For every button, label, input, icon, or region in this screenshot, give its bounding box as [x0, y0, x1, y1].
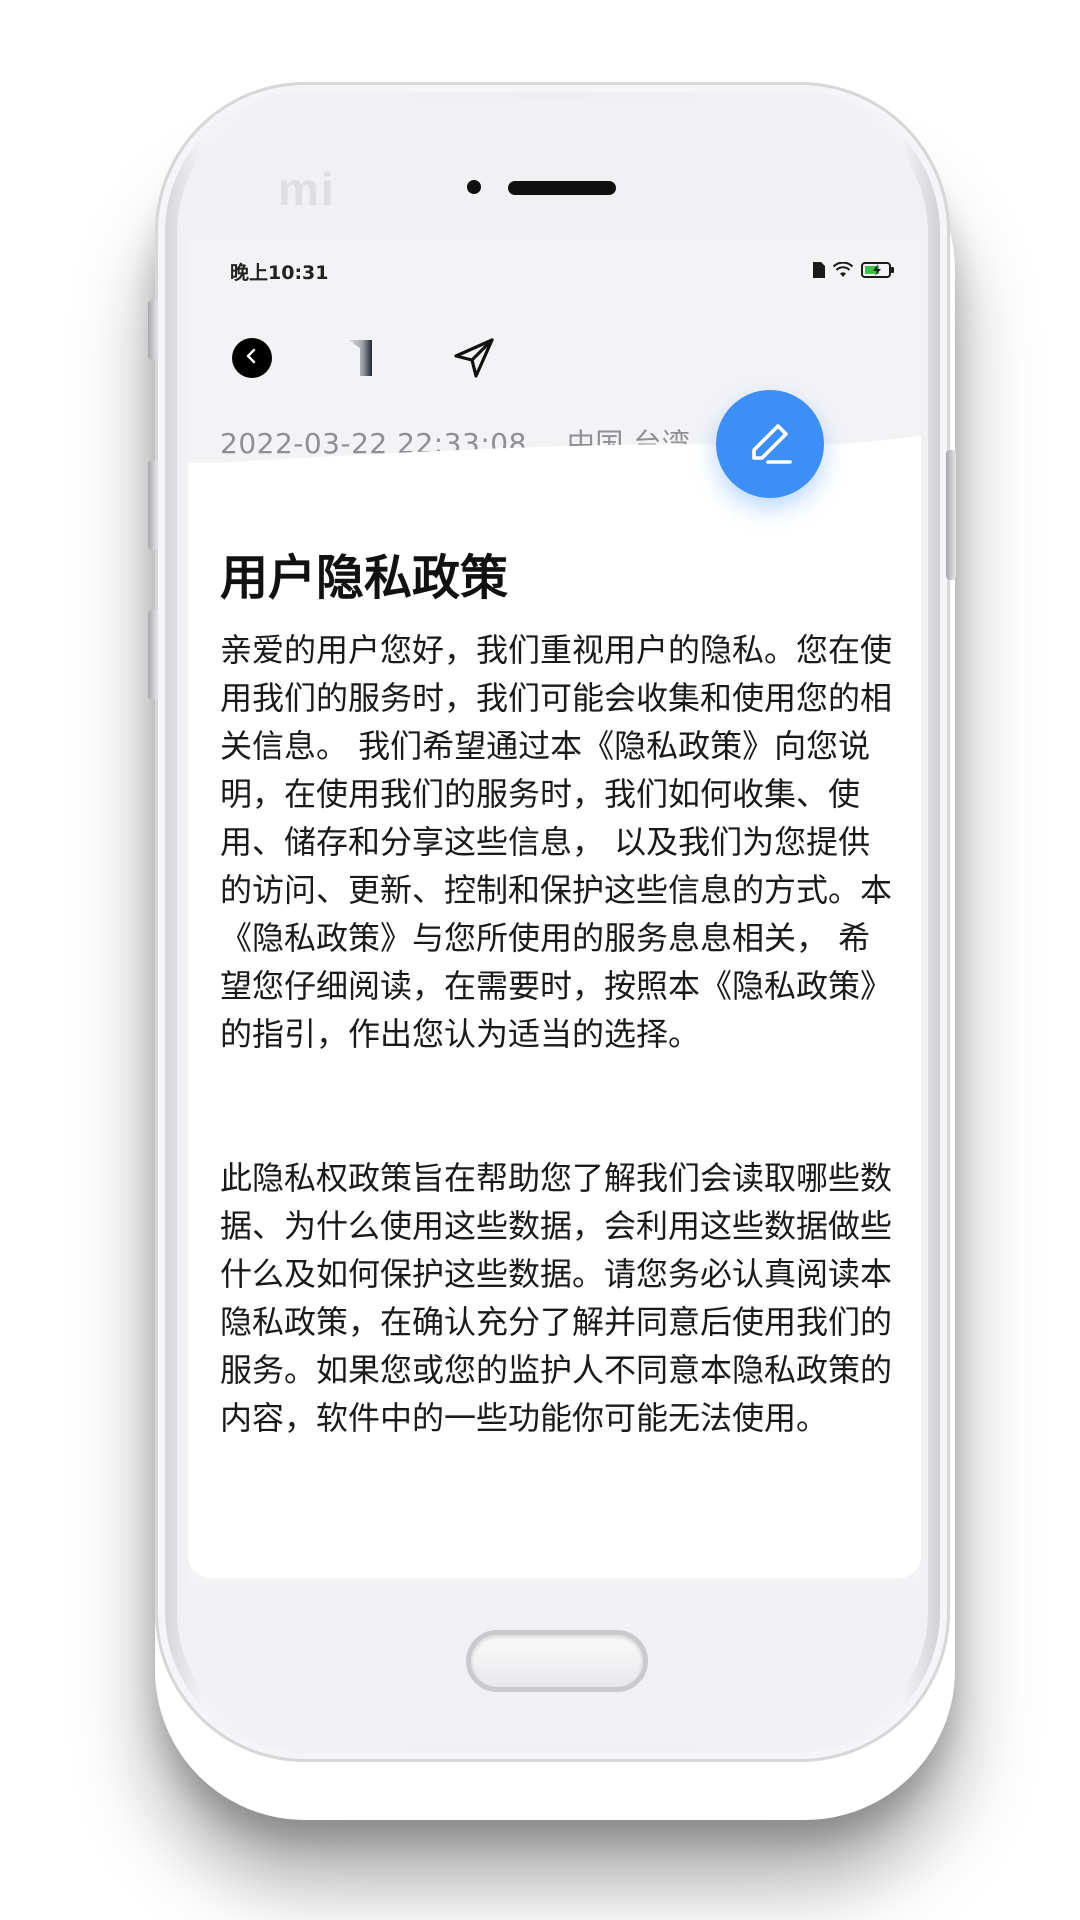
bookmark-icon [338, 340, 382, 384]
status-bar: 晚上10:31 [188, 254, 921, 290]
document-title: 用户隐私政策 [220, 550, 509, 606]
status-time: 晚上10:31 [230, 262, 329, 284]
status-icons [813, 261, 895, 283]
battery-charging-icon [861, 262, 895, 283]
volume-up-button [148, 300, 158, 360]
back-button[interactable] [232, 338, 272, 378]
power-button [946, 450, 956, 580]
brand-logo: mi [278, 163, 336, 215]
document-body: 亲爱的用户您好，我们重视用户的隐私。您在使用我们的服务时，我们可能会收集和使用您… [220, 626, 896, 1442]
home-button[interactable] [466, 1630, 648, 1692]
wifi-icon [832, 261, 854, 283]
silent-switch [148, 610, 158, 700]
back-icon [243, 347, 261, 369]
earpiece-speaker [508, 181, 616, 195]
front-camera [467, 180, 481, 194]
send-icon [452, 338, 496, 384]
document-paragraph: 亲爱的用户您好，我们重视用户的隐私。您在使用我们的服务时，我们可能会收集和使用您… [220, 631, 893, 1053]
share-button[interactable] [452, 336, 496, 380]
volume-down-button [148, 460, 158, 550]
edit-icon [740, 412, 800, 476]
screen: 晚上10:31 2022-03-22 22:33:08 中国 台湾 用户隐私政策… [188, 238, 921, 1585]
document-paragraph: 此隐私权政策旨在帮助您了解我们会读取哪些数据、为什么使用这些数据，会利用这些数据… [220, 1159, 893, 1437]
toolbar [188, 328, 921, 388]
bookmark-button[interactable] [338, 336, 382, 380]
sim-icon [813, 262, 825, 283]
edit-fab[interactable] [716, 390, 824, 498]
mockup-canvas: mi 晚上10:31 2022-03-22 22:33:08 中国 台湾 用户隐… [0, 0, 1080, 1920]
